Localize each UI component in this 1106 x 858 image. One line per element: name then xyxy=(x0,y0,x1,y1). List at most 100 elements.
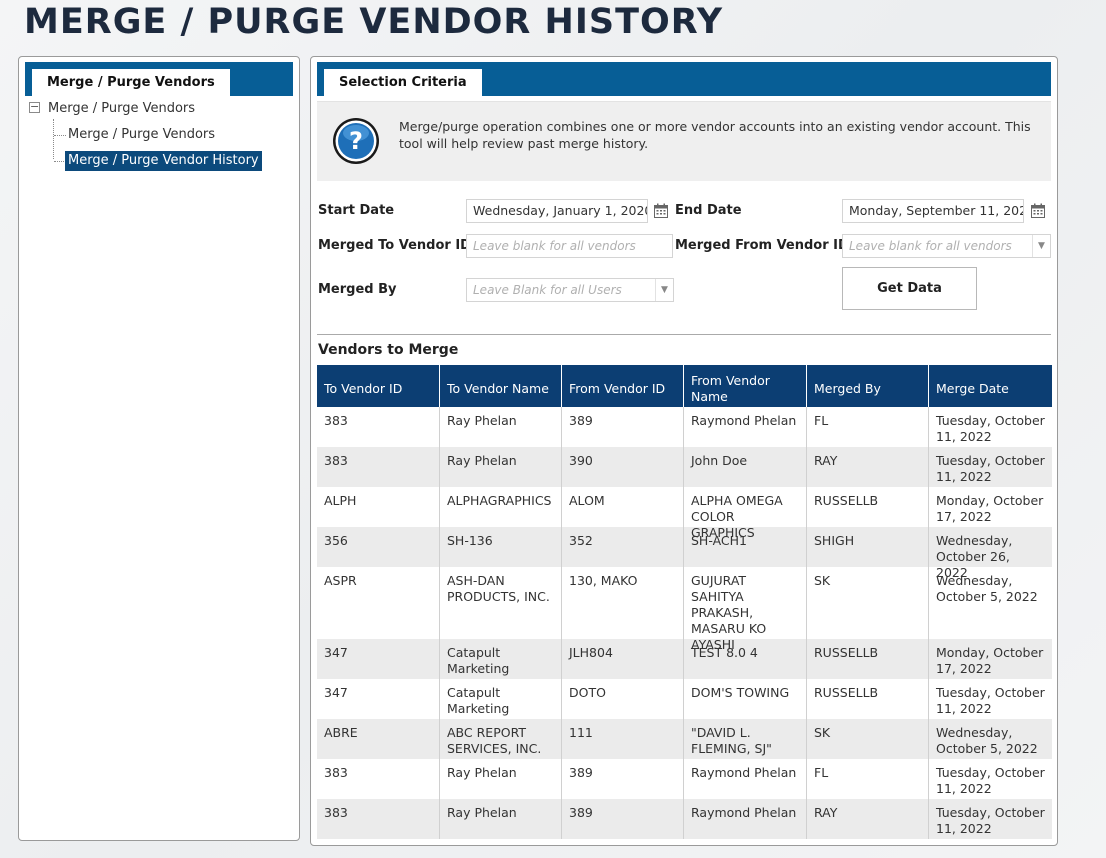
grid-header: To Vendor ID To Vendor Name From Vendor … xyxy=(317,365,1052,407)
selection-tab-bar: Selection Criteria xyxy=(317,62,1051,96)
dropdown-arrow-icon[interactable]: ▼ xyxy=(655,279,673,301)
tree-connector xyxy=(54,135,66,136)
table-row[interactable]: 383 Ray Phelan 389 Raymond Phelan FL Tuesday,… xyxy=(317,407,1052,447)
table-cell: Monday, October 17, 2022 xyxy=(936,493,1044,524)
column-header[interactable]: From Vendor ID xyxy=(562,365,684,407)
column-header[interactable]: To Vendor ID xyxy=(317,365,440,407)
merged-to-vendor-input[interactable]: Leave blank for all vendors xyxy=(466,234,673,258)
table-cell: SK xyxy=(807,567,929,639)
selection-panel: Selection Criteria ? Merge/purge operati… xyxy=(310,56,1058,846)
table-cell: 383 xyxy=(317,407,440,447)
table-cell: Ray Phelan xyxy=(440,799,562,839)
table-cell: Raymond Phelan xyxy=(684,799,807,839)
page-title: MERGE / PURGE VENDOR HISTORY xyxy=(24,2,724,42)
table-row[interactable]: 383 Ray Phelan 389 Raymond Phelan RAY Tuesday… xyxy=(317,799,1052,839)
table-cell: 130, MAKO xyxy=(562,567,684,639)
merged-to-vendor-placeholder: Leave blank for all vendors xyxy=(473,239,636,253)
table-row[interactable]: ALPH ALPHAGRAPHICS ALOM ALPHA OMEGA COLOR G… xyxy=(317,487,1052,540)
get-data-button[interactable]: Get Data xyxy=(842,267,977,310)
table-cell: Monday, October 17, 2022 xyxy=(936,645,1044,676)
table-cell: Raymond Phelan xyxy=(684,759,807,799)
column-header[interactable]: To Vendor Name xyxy=(440,365,562,407)
table-cell: "DAVID L. FLEMING, SJ" xyxy=(684,719,807,759)
help-icon: ? xyxy=(333,118,379,164)
table-cell: SK xyxy=(807,719,929,759)
navigation-panel: Merge / Purge Vendors − Merge / Purge Ve… xyxy=(18,56,300,841)
table-cell: Tuesday, October 11, 2022 xyxy=(936,685,1045,716)
column-header[interactable]: From Vendor Name xyxy=(684,365,807,407)
tab-selection-criteria[interactable]: Selection Criteria xyxy=(323,68,483,96)
end-date-label: End Date xyxy=(675,203,742,218)
table-cell: Catapult Marketing xyxy=(440,639,562,679)
nav-tab-bar: Merge / Purge Vendors xyxy=(25,62,293,96)
table-cell: 383 xyxy=(317,759,440,799)
table-cell: Wednesday, October 5, 2022 xyxy=(936,573,1038,604)
table-cell: JLH804 xyxy=(562,639,684,679)
table-row[interactable]: 356 SH-136 352 SH-ACH1 SHIGH Wednesday, Octob… xyxy=(317,527,1052,580)
table-cell: Tuesday, October 11, 2022 xyxy=(936,413,1045,444)
table-cell: 383 xyxy=(317,799,440,839)
table-cell: 390 xyxy=(562,447,684,487)
section-divider xyxy=(317,334,1051,335)
merged-from-vendor-combo[interactable]: Leave blank for all vendors ▼ xyxy=(842,234,1051,258)
table-cell: GUJURAT SAHITYA PRAKASH, MASARU KO AYASH… xyxy=(684,567,807,652)
table-row[interactable]: 383 Ray Phelan 390 John Doe RAY Tuesday, Octo… xyxy=(317,447,1052,487)
table-cell: FL xyxy=(807,407,929,447)
dropdown-arrow-icon[interactable]: ▼ xyxy=(1032,235,1050,257)
table-row[interactable]: 347 Catapult Marketing JLH804 TEST 8.0 4 RUS… xyxy=(317,639,1052,679)
table-cell: DOM'S TOWING xyxy=(684,679,807,719)
table-cell: 347 xyxy=(317,679,440,719)
table-cell: Ray Phelan xyxy=(440,759,562,799)
table-cell: SH-136 xyxy=(440,527,562,567)
table-cell: 389 xyxy=(562,759,684,799)
tree-node-merge-purge-vendors[interactable]: Merge / Purge Vendors xyxy=(68,125,215,145)
tree-node-root[interactable]: Merge / Purge Vendors xyxy=(48,99,195,119)
table-cell: Wednesday, October 5, 2022 xyxy=(936,725,1038,756)
table-cell: 389 xyxy=(562,799,684,839)
table-cell: SHIGH xyxy=(807,527,929,567)
table-cell: Catapult Marketing xyxy=(440,679,562,719)
table-cell: 352 xyxy=(562,527,684,567)
info-box: ? Merge/purge operation combines one or … xyxy=(317,101,1051,181)
table-cell: RUSSELLB xyxy=(807,639,929,679)
table-cell: DOTO xyxy=(562,679,684,719)
tab-merge-purge-vendors[interactable]: Merge / Purge Vendors xyxy=(31,68,231,96)
table-cell: ALPHAGRAPHICS xyxy=(440,487,562,527)
table-cell: 356 xyxy=(317,527,440,567)
table-cell: ALPHA OMEGA COLOR GRAPHICS xyxy=(684,487,807,540)
end-date-field[interactable]: Monday, September 11, 2023 xyxy=(842,199,1024,223)
table-row[interactable]: 383 Ray Phelan 389 Raymond Phelan FL Tuesday,… xyxy=(317,759,1052,799)
table-cell: 383 xyxy=(317,447,440,487)
table-cell: 389 xyxy=(562,407,684,447)
table-cell: FL xyxy=(807,759,929,799)
merged-by-combo[interactable]: Leave Blank for all Users ▼ xyxy=(466,278,674,302)
column-header[interactable]: Merged By xyxy=(807,365,929,407)
table-cell: RUSSELLB xyxy=(807,679,929,719)
table-cell: Wednesday, October 26, 2022 xyxy=(936,533,1013,580)
table-cell: 347 xyxy=(317,639,440,679)
table-row[interactable]: ABRE ABC REPORT SERVICES, INC. 111 "DAVID L… xyxy=(317,719,1052,759)
table-cell: RAY xyxy=(807,447,929,487)
table-cell: Tuesday, October 11, 2022 xyxy=(936,453,1045,484)
table-row[interactable]: 347 Catapult Marketing DOTO DOM'S TOWING RUS… xyxy=(317,679,1052,719)
merged-by-placeholder: Leave Blank for all Users xyxy=(473,283,622,297)
table-cell: SH-ACH1 xyxy=(684,527,807,567)
calendar-icon[interactable] xyxy=(1030,203,1046,219)
tree-node-merge-purge-vendor-history[interactable]: Merge / Purge Vendor History xyxy=(65,151,262,171)
merged-to-vendor-label: Merged To Vendor ID xyxy=(318,238,471,253)
table-row[interactable]: ASPR ASH-DAN PRODUCTS, INC. 130, MAKO GUJUR… xyxy=(317,567,1052,652)
table-cell: ABC REPORT SERVICES, INC. xyxy=(440,719,562,759)
table-cell: ASPR xyxy=(317,567,440,639)
merged-from-vendor-label: Merged From Vendor ID xyxy=(675,238,849,253)
column-header[interactable]: Merge Date xyxy=(929,365,1052,407)
tree-collapse-icon[interactable]: − xyxy=(29,101,40,113)
table-cell: TEST 8.0 4 xyxy=(684,639,807,679)
table-cell: ABRE xyxy=(317,719,440,759)
table-cell: RUSSELLB xyxy=(807,487,929,527)
calendar-icon[interactable] xyxy=(653,203,669,219)
start-date-field[interactable]: Wednesday, January 1, 2020 xyxy=(466,199,648,223)
table-cell: Ray Phelan xyxy=(440,447,562,487)
table-cell: ASH-DAN PRODUCTS, INC. xyxy=(440,567,562,639)
table-cell: Raymond Phelan xyxy=(684,407,807,447)
table-cell: ALOM xyxy=(562,487,684,527)
